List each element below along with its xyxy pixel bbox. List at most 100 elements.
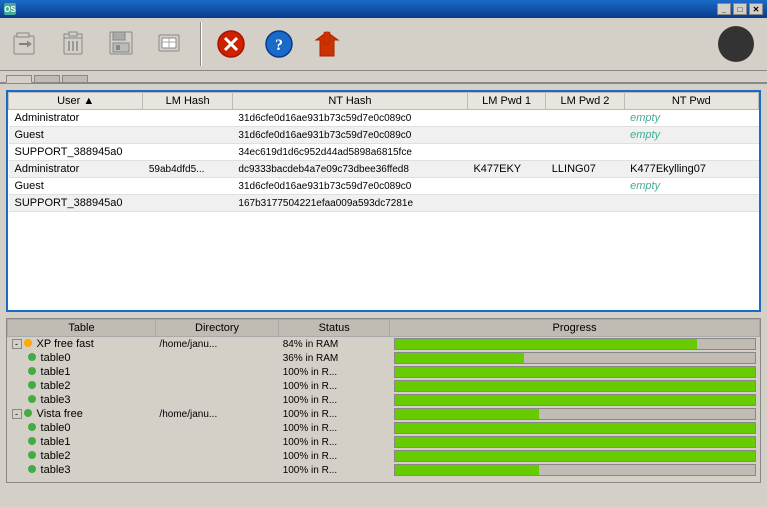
- app-icon: OS: [4, 3, 16, 15]
- status-dot: [28, 423, 36, 431]
- avatar: [718, 26, 754, 62]
- title-bar: OS _ □ ✕: [0, 0, 767, 18]
- child-directory: [155, 463, 278, 477]
- tab-progress[interactable]: [6, 75, 32, 83]
- cell-user: Guest: [9, 178, 143, 195]
- list-item: table0 100% in R...: [8, 421, 760, 435]
- child-status: 100% in R...: [279, 365, 390, 379]
- cell-lm-pwd1: K477EKY: [467, 161, 545, 178]
- table-row[interactable]: SUPPORT_388945a0167b3177504221efaa009a59…: [9, 195, 759, 212]
- bottom-col-status: Status: [279, 320, 390, 337]
- list-item: - XP free fast/home/janu...84% in RAM: [8, 337, 760, 352]
- list-item: table1 100% in R...: [8, 365, 760, 379]
- list-item: table3100% in R...: [8, 463, 760, 477]
- group-directory: /home/janu...: [155, 407, 278, 421]
- bottom-col-table: Table: [8, 320, 156, 337]
- col-header-nt-pwd[interactable]: NT Pwd: [624, 93, 758, 110]
- child-name: table2: [8, 449, 156, 463]
- col-header-nt-hash[interactable]: NT Hash: [232, 93, 467, 110]
- child-progress: [390, 351, 760, 365]
- child-progress: [390, 463, 760, 477]
- cell-lm-pwd2: LLING07: [546, 161, 624, 178]
- col-header-lm-pwd1[interactable]: LM Pwd 1: [467, 93, 545, 110]
- cell-lm-pwd1: [467, 178, 545, 195]
- status-dot: [24, 339, 32, 347]
- exit-button[interactable]: [306, 25, 348, 63]
- list-item: table1100% in R...: [8, 435, 760, 449]
- cell-lm-hash: [143, 110, 233, 127]
- help-icon: ?: [263, 28, 295, 60]
- child-progress: [390, 435, 760, 449]
- child-progress: [390, 449, 760, 463]
- child-directory: [155, 379, 278, 393]
- status-dot: [28, 367, 36, 375]
- cell-nt-hash: 31d6cfe0d16ae931b73c59d7e0c089c0: [232, 127, 467, 144]
- list-item: table2100% in R...: [8, 449, 760, 463]
- table-row[interactable]: Guest31d6cfe0d16ae931b73c59d7e0c089c0emp…: [9, 127, 759, 144]
- cell-lm-pwd2: [546, 127, 624, 144]
- cell-nt-pwd: empty: [624, 110, 758, 127]
- load-button[interactable]: [6, 25, 48, 63]
- tables-button[interactable]: [150, 25, 192, 63]
- tab-preferences[interactable]: [62, 75, 88, 82]
- status-dot: [24, 409, 32, 417]
- status-dot: [28, 437, 36, 445]
- group-name: - Vista free: [8, 407, 156, 421]
- table-row[interactable]: Guest31d6cfe0d16ae931b73c59d7e0c089c0emp…: [9, 178, 759, 195]
- status-dot: [28, 353, 36, 361]
- child-name: table1: [8, 365, 156, 379]
- child-status: 100% in R...: [279, 435, 390, 449]
- col-header-lm-pwd2[interactable]: LM Pwd 2: [546, 93, 624, 110]
- collapse-button[interactable]: -: [12, 409, 22, 419]
- list-item: - Vista free/home/janu...100% in R...: [8, 407, 760, 421]
- child-name: table0: [8, 421, 156, 435]
- child-status: 100% in R...: [279, 421, 390, 435]
- status-dot: [28, 395, 36, 403]
- collapse-button[interactable]: -: [12, 339, 22, 349]
- about-button[interactable]: [711, 23, 761, 65]
- child-status: 100% in R...: [279, 393, 390, 407]
- stop-icon: [215, 28, 247, 60]
- cell-lm-hash: 59ab4dfd5...: [143, 161, 233, 178]
- delete-button[interactable]: [54, 25, 96, 63]
- col-header-lm-hash[interactable]: LM Hash: [143, 93, 233, 110]
- credentials-table-container: User ▲ LM Hash NT Hash LM Pwd 1 LM Pwd 2…: [6, 90, 761, 312]
- cell-lm-hash: [143, 178, 233, 195]
- toolbar: ?: [0, 18, 767, 71]
- table-row[interactable]: Administrator59ab4dfd5...dc9333bacdeb4a7…: [9, 161, 759, 178]
- child-progress: [390, 379, 760, 393]
- help-button[interactable]: ?: [258, 25, 300, 63]
- cell-user: Administrator: [9, 161, 143, 178]
- save-icon: [107, 28, 139, 60]
- cell-lm-hash: [143, 195, 233, 212]
- child-progress: [390, 365, 760, 379]
- cell-user: Guest: [9, 127, 143, 144]
- status-dot: [28, 451, 36, 459]
- delete-icon: [59, 28, 91, 60]
- cell-lm-pwd2: [546, 178, 624, 195]
- close-button[interactable]: ✕: [749, 3, 763, 15]
- cell-lm-hash: [143, 127, 233, 144]
- table-row[interactable]: SUPPORT_388945a034ec619d1d6c952d44ad5898…: [9, 144, 759, 161]
- tab-statistics[interactable]: [34, 75, 60, 82]
- group-status: 84% in RAM: [279, 337, 390, 352]
- cell-lm-pwd1: [467, 110, 545, 127]
- child-directory: [155, 365, 278, 379]
- group-name: - XP free fast: [8, 337, 156, 352]
- bottom-col-progress: Progress: [390, 320, 760, 337]
- cell-lm-pwd2: [546, 144, 624, 161]
- list-item: table2100% in R...: [8, 379, 760, 393]
- list-item: table3100% in R...: [8, 393, 760, 407]
- minimize-button[interactable]: _: [717, 3, 731, 15]
- separator-1: [200, 22, 202, 66]
- cell-nt-pwd: K477Ekylling07: [624, 161, 758, 178]
- col-header-user[interactable]: User ▲: [9, 93, 143, 110]
- stop-button[interactable]: [210, 25, 252, 63]
- cell-nt-hash: 31d6cfe0d16ae931b73c59d7e0c089c0: [232, 178, 467, 195]
- save-button[interactable]: [102, 25, 144, 63]
- child-directory: [155, 393, 278, 407]
- tables-status-table: Table Directory Status Progress - XP fre…: [7, 319, 760, 477]
- table-row[interactable]: Administrator31d6cfe0d16ae931b73c59d7e0c…: [9, 110, 759, 127]
- cell-lm-pwd2: [546, 195, 624, 212]
- maximize-button[interactable]: □: [733, 3, 747, 15]
